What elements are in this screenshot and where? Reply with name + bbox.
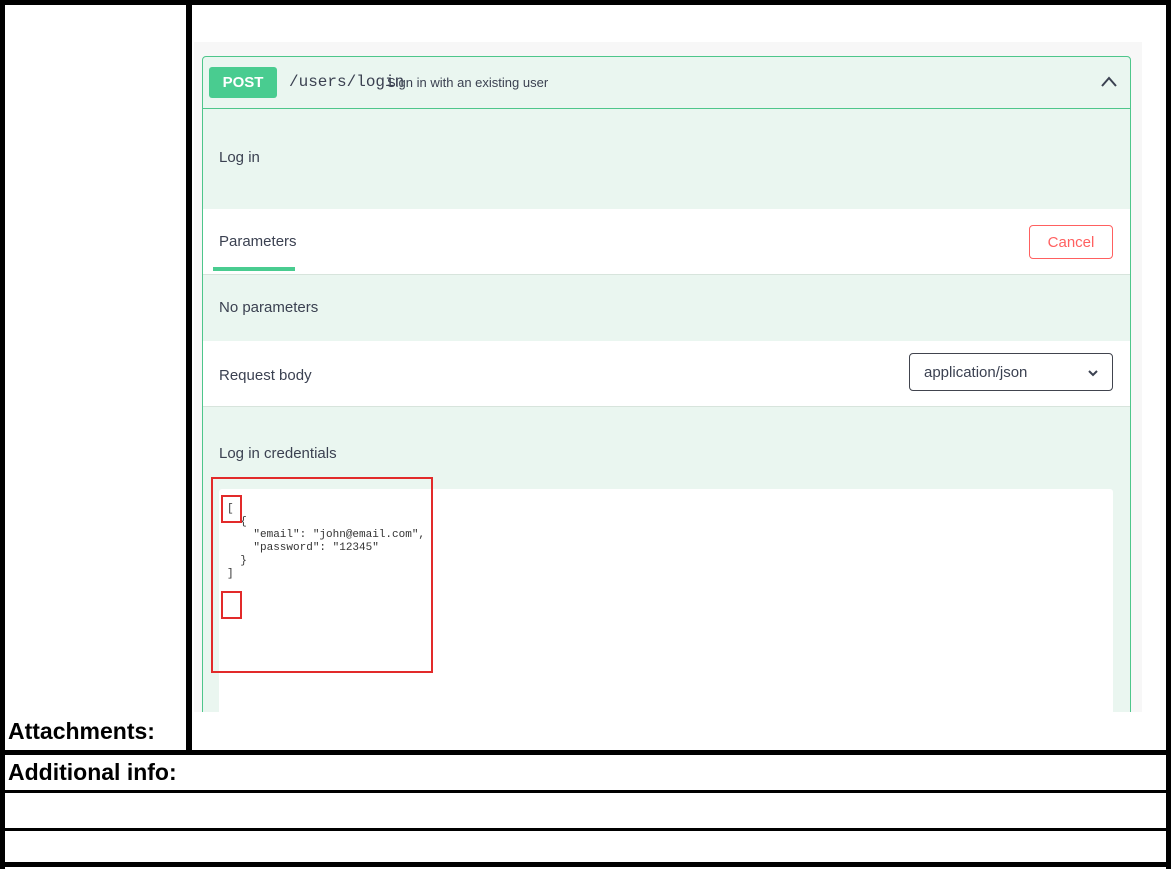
operation-block: POST /users/login Sign in with an existi…	[202, 56, 1131, 712]
content-type-value: application/json	[924, 363, 1028, 381]
table-border-right	[1166, 0, 1171, 869]
table-row-divider-1	[0, 750, 1171, 755]
tab-active-indicator	[213, 267, 295, 271]
operation-header[interactable]: POST /users/login Sign in with an existi…	[203, 57, 1130, 109]
no-parameters-text: No parameters	[219, 299, 319, 316]
swagger-screenshot: POST /users/login Sign in with an existi…	[194, 42, 1142, 712]
chevron-up-icon[interactable]	[1098, 71, 1120, 93]
attachments-label: Attachments:	[8, 718, 155, 744]
table-border-bottom	[0, 862, 1171, 867]
operation-summary: Sign in with an existing user	[387, 75, 549, 90]
operation-description: Log in	[219, 149, 260, 166]
table-row-divider-3	[0, 828, 1171, 831]
chevron-down-icon	[1088, 370, 1098, 377]
tab-parameters[interactable]: Parameters	[219, 233, 297, 250]
annotation-highlight-open-bracket	[221, 495, 242, 523]
table-row-divider-2	[0, 790, 1171, 793]
request-body-header: Request body application/json	[203, 341, 1130, 407]
content-type-select[interactable]: application/json	[909, 353, 1113, 391]
body-description: Log in credentials	[219, 445, 337, 462]
annotation-highlight-close-bracket	[221, 591, 242, 619]
cancel-button[interactable]: Cancel	[1029, 225, 1113, 259]
request-body-label: Request body	[219, 367, 312, 384]
table-border-left	[0, 0, 5, 869]
table-border-top	[0, 0, 1171, 5]
table-column-divider	[186, 0, 192, 752]
annotation-highlight-box	[211, 477, 433, 673]
parameters-header: Parameters Cancel	[203, 209, 1130, 275]
method-badge: POST	[209, 67, 277, 98]
additional-info-label: Additional info:	[8, 759, 177, 785]
